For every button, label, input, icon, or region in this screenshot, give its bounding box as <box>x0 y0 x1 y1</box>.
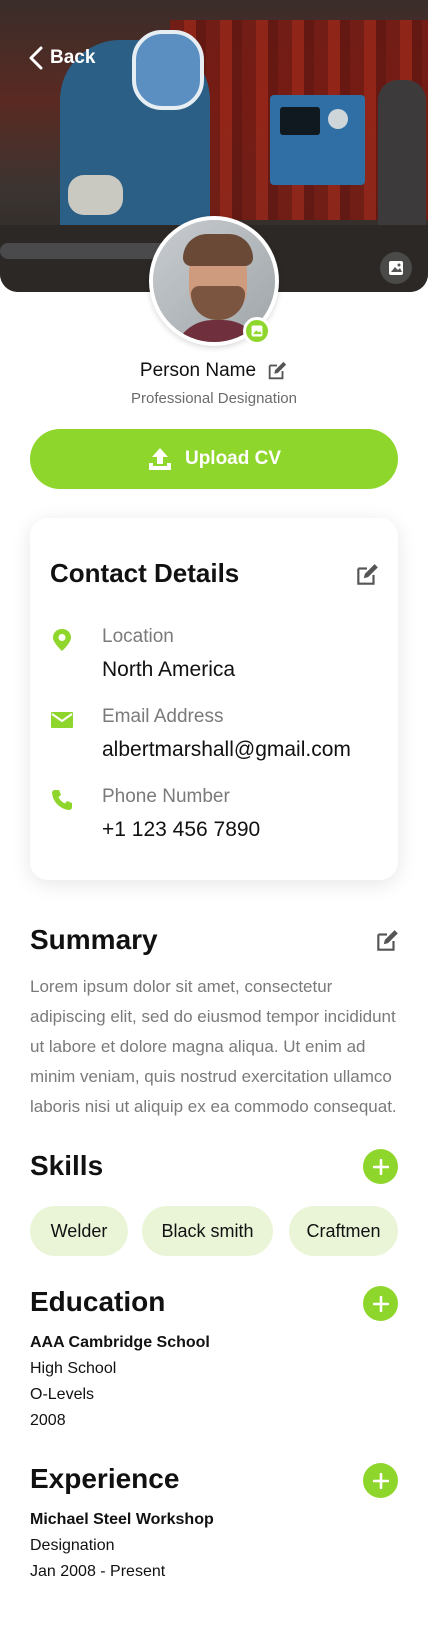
edit-icon[interactable] <box>354 562 380 588</box>
experience-period: Jan 2008 - Present <box>30 1563 166 1580</box>
profile-designation: Professional Designation <box>131 390 297 407</box>
upload-cv-button[interactable]: Upload CV <box>30 429 398 489</box>
education-school: AAA Cambridge School <box>30 1334 210 1351</box>
phone-icon <box>52 790 72 810</box>
contact-value: albertmarshall@gmail.com <box>102 738 351 761</box>
upload-icon <box>148 448 171 470</box>
plus-icon <box>372 1472 389 1489</box>
skill-chip[interactable]: Black smith <box>142 1206 273 1256</box>
education-level: High School <box>30 1360 117 1377</box>
add-skill-button[interactable] <box>363 1149 398 1184</box>
skills-title: Skills <box>30 1150 104 1181</box>
plus-icon <box>372 1158 389 1175</box>
summary-title: Summary <box>30 924 158 955</box>
contact-label: Phone Number <box>102 786 230 807</box>
contact-value: North America <box>102 658 236 681</box>
plus-icon <box>372 1295 389 1312</box>
cover-welding-machine <box>270 95 365 185</box>
cover-glove <box>68 175 123 215</box>
contact-value: +1 123 456 7890 <box>102 818 261 841</box>
contact-details-title: Contact Details <box>50 558 240 588</box>
change-avatar-button[interactable] <box>243 317 271 345</box>
add-experience-button[interactable] <box>363 1463 398 1498</box>
edit-icon[interactable] <box>374 928 400 954</box>
contact-label: Location <box>102 626 174 647</box>
contact-label: Email Address <box>102 706 224 727</box>
education-year: 2008 <box>30 1412 66 1429</box>
skill-chip[interactable]: Welder <box>30 1206 128 1256</box>
back-button[interactable]: Back <box>28 46 95 70</box>
profile-name: Person Name <box>139 360 257 381</box>
experience-title: Experience <box>30 1463 180 1494</box>
upload-cv-label: Upload CV <box>184 448 282 469</box>
skill-chip[interactable]: Craftmen <box>289 1206 398 1256</box>
email-icon <box>51 712 73 728</box>
education-qualification: O-Levels <box>30 1386 95 1403</box>
contact-details-card: Contact Details Location North America E… <box>30 518 398 880</box>
chevron-left-icon <box>29 46 43 70</box>
back-label: Back <box>50 47 96 68</box>
experience-company: Michael Steel Workshop <box>30 1511 214 1528</box>
add-education-button[interactable] <box>363 1286 398 1321</box>
image-icon <box>389 261 403 275</box>
change-cover-button[interactable] <box>380 252 412 284</box>
experience-designation: Designation <box>30 1537 115 1554</box>
summary-text: Lorem ipsum dolor sit amet, consectetur … <box>30 977 397 1116</box>
education-title: Education <box>30 1286 166 1317</box>
edit-icon[interactable] <box>266 360 288 382</box>
cover-welding-helmet <box>132 30 204 110</box>
profile-name-row: Person Name <box>0 360 428 382</box>
image-icon <box>251 325 263 337</box>
cover-gas-tank <box>378 80 426 230</box>
location-pin-icon <box>53 629 71 651</box>
